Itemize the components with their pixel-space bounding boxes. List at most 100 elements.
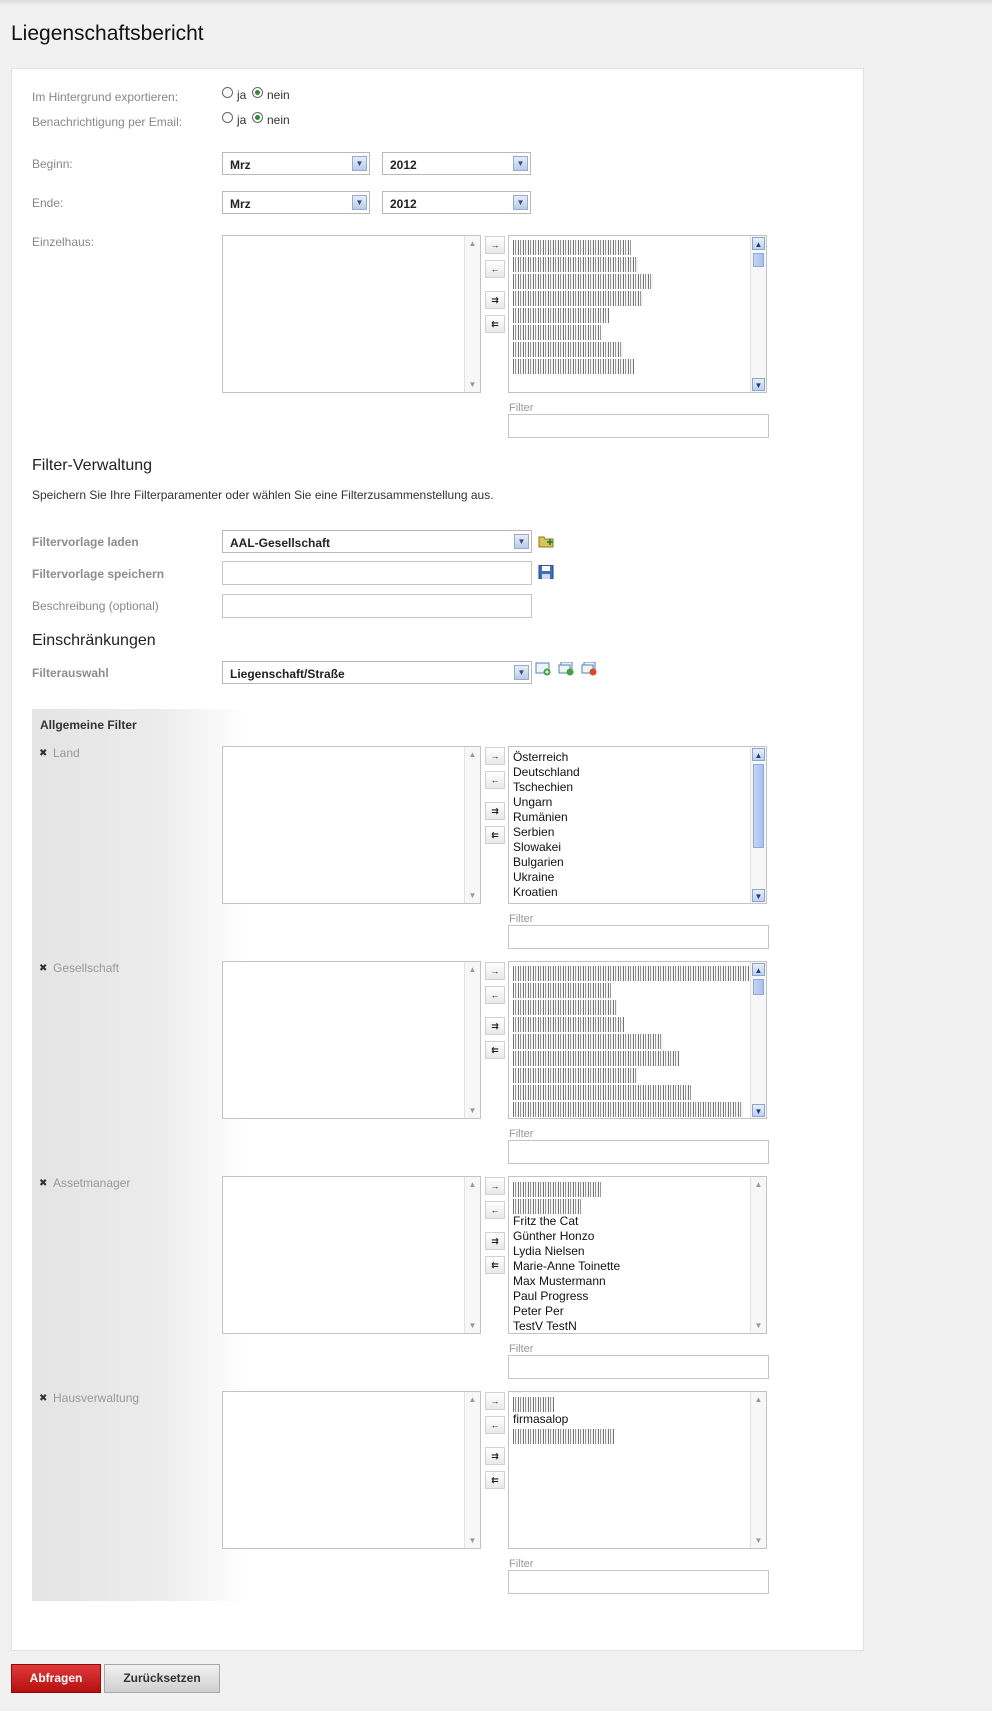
- scroll-up-icon[interactable]: ▲: [466, 1393, 479, 1406]
- scrollbar[interactable]: ▲ ▼: [464, 962, 480, 1118]
- add-all-button[interactable]: ⇉: [485, 291, 505, 309]
- add-button[interactable]: →: [485, 236, 505, 254]
- close-icon[interactable]: ✖: [39, 1393, 47, 1404]
- scroll-up-icon[interactable]: ▲: [752, 748, 765, 761]
- remove-all-button[interactable]: ⇇: [485, 826, 505, 844]
- close-icon[interactable]: ✖: [39, 748, 47, 759]
- housing-available-list[interactable]: firmasalop ▲ ▼: [508, 1391, 767, 1549]
- scroll-down-icon[interactable]: ▼: [752, 1534, 765, 1547]
- add-button[interactable]: →: [485, 1177, 505, 1195]
- scrollbar[interactable]: ▲ ▼: [464, 1177, 480, 1333]
- list-item[interactable]: Paul Progress: [513, 1289, 620, 1304]
- company-selected-list[interactable]: ▲ ▼: [222, 961, 481, 1119]
- description-input[interactable]: [222, 594, 532, 618]
- scroll-down-icon[interactable]: ▼: [752, 889, 765, 902]
- filter-template-name-input[interactable]: [222, 561, 532, 585]
- land-available-list[interactable]: Österreich Deutschland Tschechien Ungarn…: [508, 746, 767, 904]
- list-item[interactable]: firmasalop: [513, 1412, 615, 1427]
- add-button[interactable]: →: [485, 962, 505, 980]
- remove-all-button[interactable]: ⇇: [485, 1041, 505, 1059]
- land-selected-list[interactable]: ▲ ▼: [222, 746, 481, 904]
- scroll-up-icon[interactable]: ▲: [466, 237, 479, 250]
- scroll-thumb[interactable]: [753, 764, 764, 848]
- list-item[interactable]: Kroatien: [513, 885, 580, 900]
- add-filter-group-icon[interactable]: [558, 662, 574, 676]
- remove-button[interactable]: ←: [485, 771, 505, 789]
- remove-button[interactable]: ←: [485, 986, 505, 1004]
- scrollbar[interactable]: ▲ ▼: [464, 236, 480, 392]
- scroll-down-icon[interactable]: ▼: [752, 378, 765, 391]
- scroll-up-icon[interactable]: ▲: [752, 1178, 765, 1191]
- scroll-down-icon[interactable]: ▼: [466, 1104, 479, 1117]
- scrollbar[interactable]: ▲ ▼: [750, 236, 766, 392]
- list-item[interactable]: Österreich: [513, 750, 580, 765]
- list-item[interactable]: Marie-Anne Toinette: [513, 1259, 620, 1274]
- close-icon[interactable]: ✖: [39, 963, 47, 974]
- scroll-up-icon[interactable]: ▲: [466, 748, 479, 761]
- scroll-down-icon[interactable]: ▼: [466, 378, 479, 391]
- scrollbar[interactable]: ▲ ▼: [750, 1177, 766, 1333]
- background-export-no-radio[interactable]: [252, 87, 263, 98]
- background-export-yes-radio[interactable]: [222, 87, 233, 98]
- add-all-button[interactable]: ⇉: [485, 1017, 505, 1035]
- list-item[interactable]: Rumänien: [513, 810, 580, 825]
- list-item[interactable]: Lydia Nielsen: [513, 1244, 620, 1259]
- scroll-up-icon[interactable]: ▲: [466, 963, 479, 976]
- single-house-filter-input[interactable]: [508, 414, 769, 438]
- reset-button[interactable]: Zurücksetzen: [104, 1664, 220, 1693]
- add-all-button[interactable]: ⇉: [485, 1232, 505, 1250]
- list-item[interactable]: Ukraine: [513, 870, 580, 885]
- list-item[interactable]: Peter Per: [513, 1304, 620, 1319]
- list-item[interactable]: Fritz the Cat: [513, 1214, 620, 1229]
- scroll-down-icon[interactable]: ▼: [752, 1104, 765, 1117]
- remove-button[interactable]: ←: [485, 1201, 505, 1219]
- scroll-up-icon[interactable]: ▲: [752, 237, 765, 250]
- list-item[interactable]: Bulgarien: [513, 855, 580, 870]
- email-notify-no-radio[interactable]: [252, 112, 263, 123]
- remove-button[interactable]: ←: [485, 1416, 505, 1434]
- end-year-select[interactable]: 2012 ▼: [382, 191, 531, 214]
- scroll-up-icon[interactable]: ▲: [752, 1393, 765, 1406]
- housing-selected-list[interactable]: ▲ ▼: [222, 1391, 481, 1549]
- asset-manager-available-list[interactable]: Fritz the Cat Günther Honzo Lydia Nielse…: [508, 1176, 767, 1334]
- email-notify-yes-radio[interactable]: [222, 112, 233, 123]
- filter-selection-select[interactable]: Liegenschaft/Straße ▼: [222, 661, 532, 684]
- scrollbar[interactable]: ▲ ▼: [750, 747, 766, 903]
- filter-template-select[interactable]: AAL-Gesellschaft ▼: [222, 530, 532, 553]
- scroll-thumb[interactable]: [753, 253, 764, 267]
- scroll-down-icon[interactable]: ▼: [466, 889, 479, 902]
- remove-filter-group-icon[interactable]: [581, 662, 597, 676]
- scrollbar[interactable]: ▲ ▼: [464, 1392, 480, 1548]
- add-all-button[interactable]: ⇉: [485, 1447, 505, 1465]
- begin-month-select[interactable]: Mrz ▼: [222, 152, 370, 175]
- scrollbar[interactable]: ▲ ▼: [464, 747, 480, 903]
- end-month-select[interactable]: Mrz ▼: [222, 191, 370, 214]
- single-house-selected-list[interactable]: ▲ ▼: [222, 235, 481, 393]
- remove-all-button[interactable]: ⇇: [485, 315, 505, 333]
- scrollbar[interactable]: ▲ ▼: [750, 1392, 766, 1548]
- load-template-icon[interactable]: [538, 534, 554, 548]
- scroll-up-icon[interactable]: ▲: [752, 963, 765, 976]
- begin-year-select[interactable]: 2012 ▼: [382, 152, 531, 175]
- scroll-thumb[interactable]: [753, 979, 764, 995]
- list-item[interactable]: Max Mustermann: [513, 1274, 620, 1289]
- list-item[interactable]: Serbien: [513, 825, 580, 840]
- scroll-up-icon[interactable]: ▲: [466, 1178, 479, 1191]
- asset-manager-filter-input[interactable]: [508, 1355, 769, 1379]
- asset-manager-selected-list[interactable]: ▲ ▼: [222, 1176, 481, 1334]
- remove-all-button[interactable]: ⇇: [485, 1256, 505, 1274]
- list-item[interactable]: Slowakei: [513, 840, 580, 855]
- scroll-down-icon[interactable]: ▼: [752, 1319, 765, 1332]
- company-available-list[interactable]: ▲ ▼: [508, 961, 767, 1119]
- add-filter-icon[interactable]: [535, 662, 551, 676]
- save-icon[interactable]: [538, 565, 554, 579]
- list-item[interactable]: Günther Honzo: [513, 1229, 620, 1244]
- remove-all-button[interactable]: ⇇: [485, 1471, 505, 1489]
- single-house-available-list[interactable]: ▲ ▼: [508, 235, 767, 393]
- remove-button[interactable]: ←: [485, 260, 505, 278]
- company-filter-input[interactable]: [508, 1140, 769, 1164]
- list-item[interactable]: Tschechien: [513, 780, 580, 795]
- scroll-down-icon[interactable]: ▼: [466, 1534, 479, 1547]
- add-all-button[interactable]: ⇉: [485, 802, 505, 820]
- land-filter-input[interactable]: [508, 925, 769, 949]
